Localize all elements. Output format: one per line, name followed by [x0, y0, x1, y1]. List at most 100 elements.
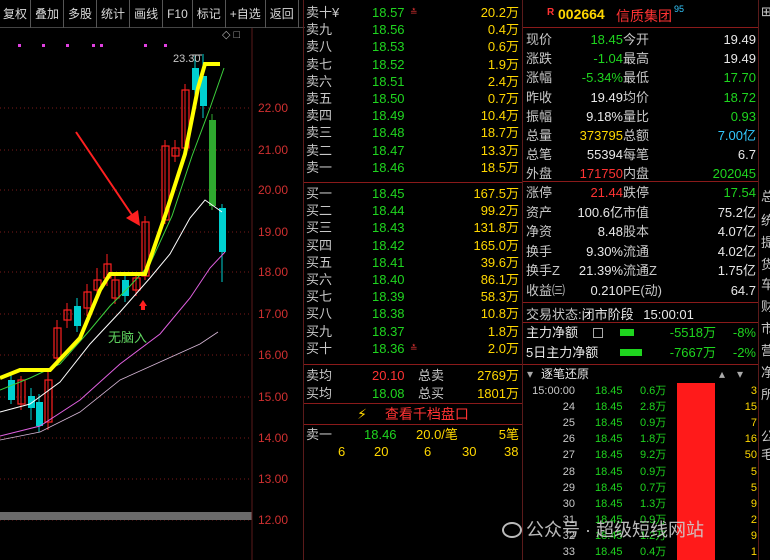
five-day-flow-row: 5日主力净额 -7667万 -2%	[523, 343, 759, 363]
tick-volume: 0.9万	[640, 465, 667, 478]
order-mark: ≛	[410, 342, 418, 353]
toolbar-button-4[interactable]: 画线	[130, 0, 164, 28]
tick-time: 28	[562, 465, 575, 478]
side-function-tab[interactable]: 市	[761, 318, 770, 337]
tick-volume: 0.7万	[640, 481, 667, 494]
tick-row[interactable]: 27 18.45 9.2万 50	[523, 447, 759, 463]
quote-stat-row: 涨跌 -1.04 最高 19.49	[523, 49, 759, 68]
queue-order-size: 20	[374, 444, 389, 459]
sell-order-row[interactable]: 卖一 18.46 18.5万	[304, 158, 522, 178]
average-label: 卖均	[306, 368, 333, 383]
ticks-up-icon[interactable]: ▴	[719, 365, 725, 383]
kline-chart-panel[interactable]: 22.00 21.00 20.00 19.00 18.00 17.00 16.00 15.00…	[0, 28, 303, 560]
tick-volume: 0.9万	[640, 417, 667, 430]
stat-label: 跌停	[623, 185, 650, 200]
stat-value: 100.6亿	[577, 204, 623, 220]
signal-dot	[92, 44, 95, 47]
tick-count: 50	[744, 449, 757, 462]
stat-label: 涨幅	[526, 70, 553, 86]
side-function-tab[interactable]: 货	[761, 254, 770, 273]
side-function-tab[interactable]: 营	[761, 340, 770, 359]
tick-row[interactable]: 30 18.45 1.3万 9	[523, 496, 759, 512]
candle-body	[28, 396, 35, 408]
stat-label: 市值	[623, 204, 650, 220]
stat-value: 18.45	[590, 32, 623, 47]
side-function-tab[interactable]: 毛	[761, 444, 770, 463]
toolbar-button-0[interactable]: 复权	[0, 0, 32, 28]
stock-header: R 002664 信质集团 95	[523, 0, 759, 28]
candle-body	[219, 208, 226, 252]
watermark: 公众号 · 超级短线网站	[502, 516, 704, 542]
quote-stat-row: 昨收 19.49 均价 18.72	[523, 88, 759, 107]
tick-count: 5	[750, 465, 757, 478]
side-function-tab[interactable]: 公	[761, 426, 770, 445]
price-tick-label: 21.00	[258, 143, 289, 157]
ticks-down-icon[interactable]: ▾	[737, 365, 743, 383]
view-depth-text[interactable]: 查看千档盘口	[385, 406, 469, 422]
stat-value: 0.210	[590, 283, 623, 298]
main-flow-value: -5518万	[669, 325, 716, 340]
stat-value: 55394	[586, 147, 623, 163]
toolbar-button-5[interactable]: F10	[163, 0, 193, 28]
tick-volume: 9.2万	[640, 449, 667, 462]
stat-value: 17.70	[723, 70, 756, 86]
tick-row[interactable]: 29 18.45 0.7万 5	[523, 480, 759, 496]
chart-view-controls[interactable]: ◇ □	[222, 28, 240, 41]
tick-row[interactable]: 25 18.45 0.9万 7	[523, 415, 759, 431]
tick-row[interactable]: 28 18.45 0.9万 5	[523, 464, 759, 480]
side-function-tab[interactable]: 所	[761, 384, 770, 403]
stat-label: 昨收	[526, 89, 553, 105]
tick-price: 18.45	[595, 449, 623, 462]
tick-count: 5	[750, 481, 757, 494]
side-function-tab[interactable]: 提	[761, 232, 770, 251]
buy-order-row[interactable]: 买十 18.36 ≛ 2.0万	[304, 339, 522, 359]
chart-annotation: 无脑入	[108, 330, 148, 345]
toolbar-button-2[interactable]: 多股	[64, 0, 98, 28]
tick-count: 3	[750, 385, 757, 397]
side-function-tab[interactable]: 净	[761, 362, 770, 381]
toolbar-button-8[interactable]: 返回	[266, 0, 299, 28]
tick-row[interactable]: 24 18.45 2.8万 15	[523, 399, 759, 415]
toolbar-button-1[interactable]: 叠加	[31, 0, 65, 28]
price-tick-label: 19.00	[258, 225, 289, 239]
toolbar-button-3[interactable]: 统计	[97, 0, 131, 28]
side-function-strip[interactable]: ⊞ 总统提货车财市营净所公毛	[758, 0, 770, 560]
collapse-icon[interactable]: ▾	[527, 365, 533, 383]
tick-count: 15	[744, 401, 757, 414]
tick-count: 2	[750, 513, 757, 526]
queue-order-size: 30	[462, 444, 477, 459]
stat-label: 涨跌	[526, 51, 553, 67]
order-level-label: 买十	[306, 340, 333, 356]
average-price: 20.10	[372, 368, 405, 383]
tick-volume: 2.8万	[640, 401, 667, 414]
side-function-tab[interactable]: 总	[761, 186, 770, 205]
side-function-tab[interactable]: 车	[761, 274, 770, 293]
tick-price: 18.45	[595, 465, 623, 478]
toolbar-button-7[interactable]: +自选	[226, 0, 266, 28]
side-function-tab[interactable]: ⊞	[761, 4, 770, 20]
stat-label: 换手Z	[526, 263, 560, 279]
price-tick-label: 20.00	[258, 183, 289, 197]
stat-value: 21.44	[590, 185, 623, 200]
tick-volume: 0.4万	[640, 546, 667, 558]
tick-count: 1	[750, 546, 757, 558]
view-depth-link[interactable]: ⚡ 查看千档盘口	[304, 404, 522, 424]
quote-stat-row: 现价 18.45 今开 19.49	[523, 30, 759, 49]
five-day-flow-label: 5日主力净额	[526, 345, 599, 360]
stat-value: 19.49	[723, 32, 756, 47]
tick-row[interactable]: 33 18.45 0.4万 1	[523, 544, 759, 560]
tick-price: 18.45	[595, 385, 623, 397]
side-function-tab[interactable]: 财	[761, 296, 770, 315]
side-function-tab[interactable]: 统	[761, 210, 770, 229]
total-volume: 2769万	[477, 368, 519, 383]
book-separator	[304, 182, 522, 183]
stat-label: 总量	[526, 128, 553, 143]
ticks-title[interactable]: 逐笔还原	[541, 365, 589, 383]
stock-name[interactable]: 信质集团	[616, 6, 672, 26]
price-tick-label: 12.00	[258, 513, 289, 527]
tick-row[interactable]: 26 18.45 1.8万 16	[523, 431, 759, 447]
main-flow-icon[interactable]	[593, 328, 603, 338]
tick-row[interactable]: 15:00:00 18.45 0.6万 3	[523, 383, 759, 399]
main-flow-label: 主力净额	[526, 325, 579, 340]
toolbar-button-6[interactable]: 标记	[193, 0, 226, 28]
